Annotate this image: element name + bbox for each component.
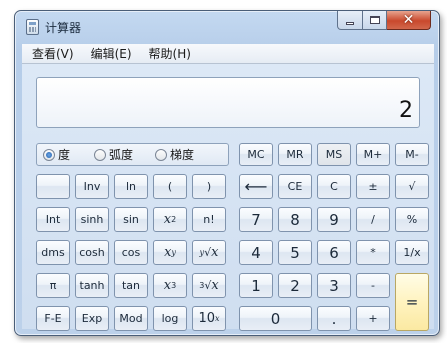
gradians-radio[interactable] (155, 148, 168, 161)
log-button[interactable]: log (153, 306, 187, 331)
maximize-button[interactable] (363, 11, 387, 30)
exp-button[interactable]: Exp (75, 306, 109, 331)
calculator-app-icon (26, 19, 39, 35)
mc-button[interactable]: MC (239, 143, 273, 166)
power-exp: y (171, 248, 176, 257)
subtract-button[interactable]: - (356, 273, 390, 298)
tan-button[interactable]: tan (114, 273, 148, 298)
negate-button[interactable]: ± (356, 174, 390, 199)
ln-button[interactable]: ln (114, 174, 148, 199)
angle-mode-group: 度 弧度 梯度 (36, 143, 229, 166)
radical-icon: √ (204, 246, 212, 259)
int-button[interactable]: Int (36, 207, 70, 232)
digit-1-button[interactable]: 1 (239, 273, 273, 298)
ms-button[interactable]: MS (317, 143, 351, 166)
ten-power-base: 10 (198, 311, 216, 326)
gradians-label: 梯度 (170, 148, 195, 162)
cube-root-button[interactable]: 3 √ x (192, 273, 226, 298)
equals-button[interactable]: = (395, 273, 429, 331)
blank-button[interactable] (36, 174, 70, 199)
clear-button[interactable]: C (317, 174, 351, 199)
title-bar[interactable]: 计算器 ✕ (15, 11, 439, 43)
square-button[interactable]: x2 (153, 207, 187, 232)
window-title: 计算器 (45, 21, 82, 35)
menu-bar: 查看(V) 编辑(E) 帮助(H) (22, 44, 434, 64)
calculator-body: 2 度 弧度 梯度 MC MR MS M+ M- Inv ln ( ) ⟵ CE… (22, 64, 434, 331)
angle-degrees-option[interactable]: 度 (43, 146, 70, 163)
percent-button[interactable]: % (395, 207, 429, 232)
radians-radio[interactable] (94, 148, 107, 161)
digit-0-button[interactable]: 0 (239, 306, 312, 331)
add-button[interactable]: + (356, 306, 390, 331)
mod-button[interactable]: Mod (114, 306, 148, 331)
decimal-button[interactable]: . (317, 306, 351, 331)
digit-8-button[interactable]: 8 (278, 207, 312, 232)
radians-label: 弧度 (109, 148, 134, 162)
ten-power-exp: x (215, 314, 220, 323)
close-icon: ✕ (402, 12, 415, 28)
calculator-window: 计算器 ✕ 查看(V) 编辑(E) 帮助(H) 2 度 弧度 梯度 MC MR … (14, 10, 440, 336)
y-root-base: x (211, 245, 219, 260)
menu-help[interactable]: 帮助(H) (139, 44, 198, 64)
sin-button[interactable]: sin (114, 207, 148, 232)
close-paren-button[interactable]: ) (192, 174, 226, 199)
minimize-button[interactable] (337, 11, 363, 30)
tanh-button[interactable]: tanh (75, 273, 109, 298)
power-button[interactable]: xy (153, 240, 187, 265)
cosh-button[interactable]: cosh (75, 240, 109, 265)
cube-button[interactable]: x3 (153, 273, 187, 298)
digit-5-button[interactable]: 5 (278, 240, 312, 265)
reciprocal-button[interactable]: 1/x (395, 240, 429, 265)
cube-exp: 3 (171, 281, 177, 290)
factorial-button[interactable]: n! (192, 207, 226, 232)
digit-2-button[interactable]: 2 (278, 273, 312, 298)
digit-6-button[interactable]: 6 (317, 240, 351, 265)
digit-4-button[interactable]: 4 (239, 240, 273, 265)
result-display: 2 (36, 77, 420, 128)
radical-icon: √ (204, 279, 212, 292)
maximize-icon (369, 16, 380, 24)
digit-3-button[interactable]: 3 (317, 273, 351, 298)
degrees-label: 度 (58, 148, 71, 162)
square-exp: 2 (171, 215, 177, 224)
open-paren-button[interactable]: ( (153, 174, 187, 199)
digit-9-button[interactable]: 9 (317, 207, 351, 232)
degrees-radio[interactable] (43, 148, 55, 161)
menu-edit[interactable]: 编辑(E) (81, 44, 139, 64)
angle-gradians-option[interactable]: 梯度 (155, 146, 194, 163)
m-minus-button[interactable]: M- (395, 143, 429, 166)
ce-button[interactable]: CE (278, 174, 312, 199)
menu-view[interactable]: 查看(V) (22, 44, 81, 64)
dms-button[interactable]: dms (36, 240, 70, 265)
ten-power-button[interactable]: 10 x (192, 306, 226, 331)
cos-button[interactable]: cos (114, 240, 148, 265)
cube-base: x (163, 278, 172, 293)
close-button[interactable]: ✕ (387, 11, 431, 30)
m-plus-button[interactable]: M+ (356, 143, 390, 166)
inv-button[interactable]: Inv (75, 174, 109, 199)
caption-buttons: ✕ (337, 11, 431, 31)
cube-root-base: x (211, 278, 219, 293)
digit-7-button[interactable]: 7 (239, 207, 273, 232)
sinh-button[interactable]: sinh (75, 207, 109, 232)
fe-button[interactable]: F-E (36, 306, 70, 331)
angle-radians-option[interactable]: 弧度 (94, 146, 133, 163)
divide-button[interactable]: / (356, 207, 390, 232)
sqrt-button[interactable]: √ (395, 174, 429, 199)
pi-button[interactable]: π (36, 273, 70, 298)
display-value: 2 (399, 98, 413, 123)
y-root-button[interactable]: y √ x (192, 240, 226, 265)
minimize-icon (346, 21, 354, 25)
mr-button[interactable]: MR (278, 143, 312, 166)
multiply-button[interactable]: * (356, 240, 390, 265)
square-base: x (163, 212, 172, 227)
backspace-button[interactable]: ⟵ (239, 174, 273, 199)
